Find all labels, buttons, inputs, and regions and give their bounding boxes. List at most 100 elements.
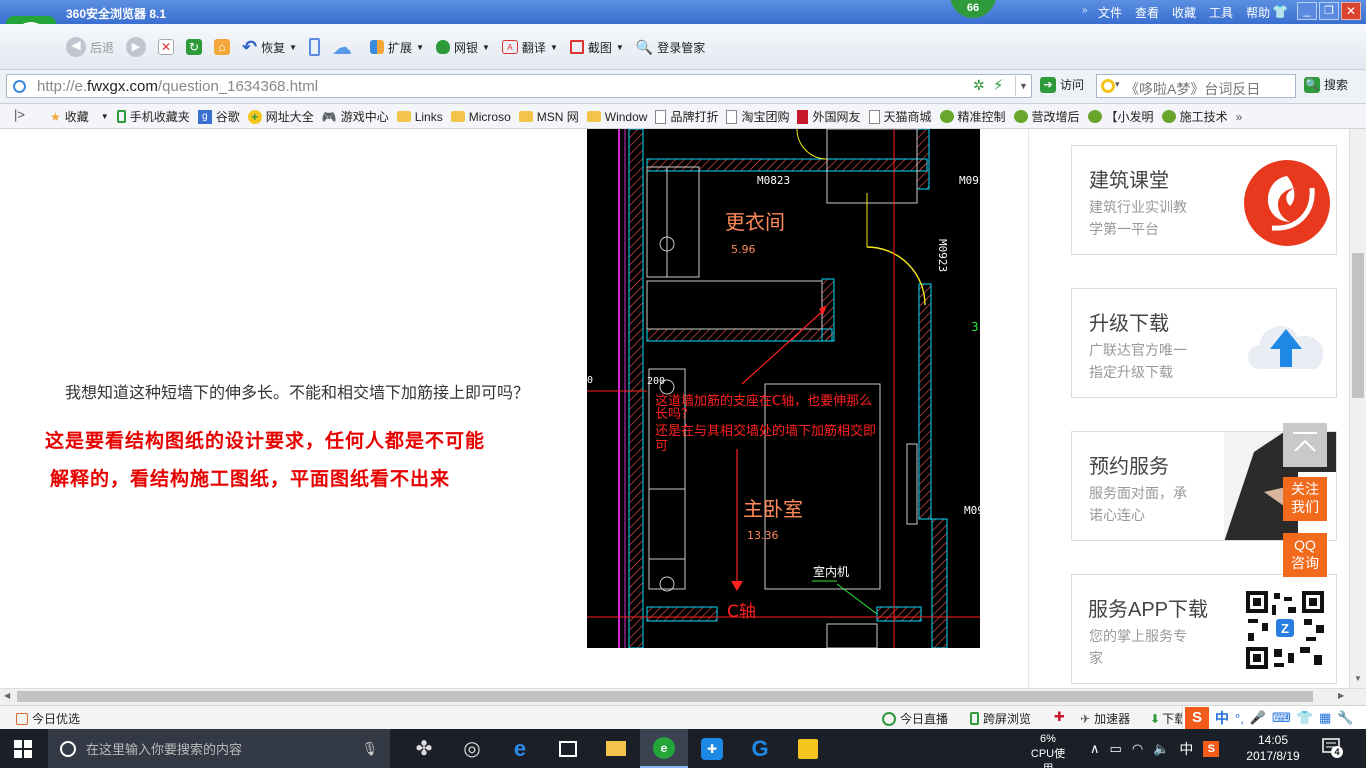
- stop-button[interactable]: ✕: [154, 34, 178, 60]
- title-bar: e 360安全浏览器 8.1 66 » 文件 查看 收藏 工具 帮助 👕 _ ❐…: [0, 0, 1366, 64]
- taskbar-app-drafting[interactable]: ✚: [688, 729, 736, 768]
- download-button[interactable]: ⬇ 下载: [1150, 710, 1186, 727]
- shirt-icon[interactable]: 👕: [1272, 4, 1288, 20]
- score-badge[interactable]: 66: [950, 0, 996, 18]
- bookmark-item[interactable]: 品牌打折: [655, 108, 718, 125]
- clock[interactable]: 14:05 2017/8/19: [1240, 732, 1306, 764]
- tray-expand-icon[interactable]: ∧: [1090, 741, 1100, 757]
- today-picks-button[interactable]: 今日优选: [16, 710, 80, 727]
- scroll-right-icon[interactable]: ▶: [1338, 691, 1344, 700]
- visit-button[interactable]: ➜ 访问: [1040, 76, 1084, 93]
- restore-button[interactable]: ↶ 恢复 ▼: [238, 34, 301, 60]
- scroll-down-icon[interactable]: ▼: [1354, 674, 1362, 683]
- url-dropdown-icon[interactable]: ▼: [1015, 76, 1031, 96]
- menu-tools[interactable]: 工具: [1209, 4, 1233, 21]
- sidebar-card-upgrade[interactable]: 升级下载 广联达官方唯一 指定升级下载: [1071, 288, 1337, 398]
- horizontal-scroll-thumb[interactable]: [17, 691, 1313, 702]
- medical-icon[interactable]: ✚: [1054, 709, 1065, 725]
- menu-help[interactable]: 帮助: [1246, 4, 1270, 21]
- notification-center[interactable]: 4: [1322, 738, 1344, 758]
- arrow-up-icon: [1293, 432, 1317, 452]
- store-icon: [559, 740, 577, 757]
- bookmark-item[interactable]: + 网址大全: [247, 108, 314, 125]
- taskbar-app-explorer[interactable]: [592, 729, 640, 768]
- taskbar-app-pinwheel[interactable]: ✤: [400, 729, 448, 768]
- menu-favorites[interactable]: 收藏: [1172, 4, 1196, 21]
- forward-button[interactable]: ▶: [122, 34, 150, 60]
- room-label: 主卧室: [743, 497, 803, 521]
- bookmark-item[interactable]: 精准控制: [939, 108, 1006, 125]
- scroll-left-icon[interactable]: ◀: [4, 691, 10, 700]
- stop-icon: ✕: [158, 39, 175, 55]
- sidebar-card-course[interactable]: 建筑课堂 建筑行业实训教 学第一平台: [1071, 145, 1337, 255]
- search-input[interactable]: 《哆啦A梦》台词反日: [1125, 79, 1260, 99]
- engine-dropdown-icon[interactable]: ▾: [1115, 79, 1120, 90]
- taskbar-app-notes[interactable]: [784, 729, 832, 768]
- close-button[interactable]: ✕: [1341, 2, 1361, 20]
- horizontal-scrollbar[interactable]: ◀ ▶: [0, 688, 1366, 705]
- search-button[interactable]: 🔍 搜索: [1304, 76, 1348, 93]
- follow-us-button[interactable]: 关注我们: [1283, 477, 1327, 521]
- bookmark-item[interactable]: g 谷歌: [197, 108, 240, 125]
- sidebar-card-app[interactable]: 服务APP下载 您的掌上服务专 家 Z: [1071, 574, 1337, 684]
- search-engine-icon[interactable]: [1101, 79, 1115, 93]
- taskbar-search-box[interactable]: 在这里输入你要搜索的内容 🎙: [48, 729, 390, 768]
- bank-button[interactable]: 网银 ▼: [432, 34, 494, 60]
- url-field[interactable]: http://e.fwxgx.com/question_1634368.html…: [6, 74, 1032, 98]
- page-icon: [655, 109, 667, 124]
- login-manager-button[interactable]: 🔍 登录管家: [632, 34, 709, 60]
- screenshot-button[interactable]: 截图 ▼: [566, 34, 628, 60]
- live-button[interactable]: 今日直播: [882, 710, 948, 727]
- bookmark-item[interactable]: Links: [396, 110, 443, 124]
- taskbar-app-360browser[interactable]: e: [640, 729, 688, 768]
- windows-start-icon[interactable]: [14, 740, 32, 761]
- bookmark-item[interactable]: 【小发明: [1087, 108, 1154, 125]
- sidebar-toggle-icon[interactable]: |>: [14, 107, 25, 122]
- bookmark-item[interactable]: MSN 网: [518, 108, 579, 125]
- minimize-button[interactable]: _: [1297, 2, 1317, 20]
- menu-file[interactable]: 文件: [1098, 4, 1122, 21]
- taskbar-app-store[interactable]: [544, 729, 592, 768]
- sogou-tray-icon[interactable]: S: [1203, 741, 1220, 757]
- back-to-top-button[interactable]: [1283, 423, 1327, 467]
- bookmark-item[interactable]: 天猫商城: [868, 108, 932, 125]
- accelerator-button[interactable]: ✈ 加速器: [1080, 710, 1130, 727]
- cross-screen-button[interactable]: 跨屏浏览: [970, 710, 1031, 727]
- bookmark-item[interactable]: 外国网友: [797, 108, 861, 125]
- bookmark-item[interactable]: 施工技术: [1161, 108, 1228, 125]
- refresh-button[interactable]: ↻: [182, 34, 206, 60]
- network-device-icon[interactable]: ▭: [1110, 741, 1122, 757]
- vertical-scroll-thumb[interactable]: [1352, 253, 1364, 398]
- taskbar-app-edge[interactable]: e: [496, 729, 544, 768]
- wifi-icon[interactable]: ◠: [1132, 741, 1143, 757]
- extend-button[interactable]: 扩展 ▼: [366, 34, 428, 60]
- security-icon[interactable]: ✲: [973, 77, 985, 94]
- mobile-button[interactable]: [305, 34, 324, 60]
- cloud-button[interactable]: ☁: [328, 34, 356, 60]
- folder-icon: [518, 111, 533, 122]
- taskbar-app-glodon[interactable]: G: [736, 729, 784, 768]
- more-bookmarks-icon[interactable]: »: [1236, 110, 1243, 124]
- bookmark-item[interactable]: 🎮 游戏中心: [322, 108, 389, 125]
- speed-icon[interactable]: ⚡: [993, 76, 1004, 94]
- ime-toolbar[interactable]: S 中 °, 🎤 ⌨ 👕 ▦ 🔧: [1182, 706, 1366, 730]
- qq-consult-button[interactable]: QQ咨询: [1283, 533, 1327, 577]
- bookmark-item[interactable]: Window: [586, 110, 647, 124]
- vertical-scrollbar[interactable]: ▼: [1349, 129, 1366, 688]
- bookmark-favorites[interactable]: ★ 收藏 ▼: [50, 108, 109, 125]
- chat-icon: [1161, 110, 1176, 123]
- menu-view[interactable]: 查看: [1135, 4, 1159, 21]
- search-field[interactable]: ▾ 《哆啦A梦》台词反日: [1096, 74, 1296, 98]
- cpu-usage[interactable]: 6% CPU使用: [1026, 732, 1070, 777]
- bookmark-item[interactable]: 营改增后: [1013, 108, 1080, 125]
- back-button[interactable]: ◀ 后退: [62, 34, 118, 60]
- translate-button[interactable]: A 翻译 ▼: [498, 34, 562, 60]
- maximize-button[interactable]: ❐: [1319, 2, 1339, 20]
- home-button[interactable]: ⌂: [210, 34, 234, 60]
- bookmark-item[interactable]: 手机收藏夹: [116, 108, 190, 125]
- ime-indicator[interactable]: 中: [1179, 739, 1193, 759]
- bookmark-item[interactable]: 淘宝团购: [726, 108, 789, 125]
- taskbar-app-spiral[interactable]: ◎: [448, 729, 496, 768]
- volume-icon[interactable]: 🔈: [1153, 741, 1169, 757]
- bookmark-item[interactable]: Microso: [450, 110, 511, 124]
